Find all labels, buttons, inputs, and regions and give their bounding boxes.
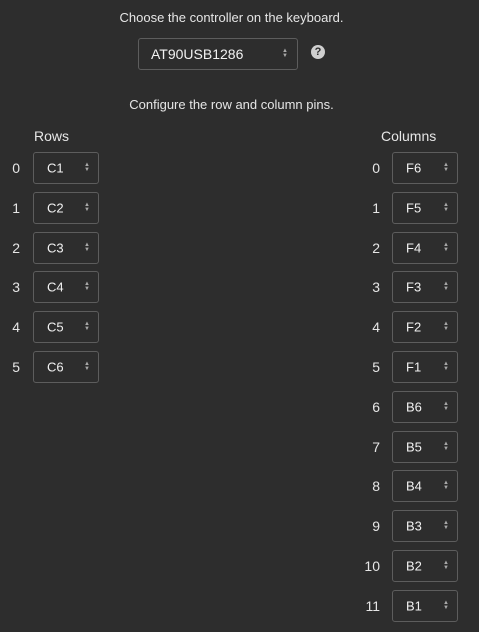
row-row: 2 C3 ▲ ▼ (0, 232, 110, 264)
column-pin-value: F4 (406, 240, 422, 256)
question-circle-icon[interactable]: ? (311, 45, 325, 59)
row-index: 2 (12, 240, 20, 256)
column-index: 3 (372, 279, 380, 295)
column-row: 2 F4 ▲ ▼ (350, 232, 470, 264)
row-pin-value: C6 (47, 359, 64, 375)
column-row: 3 F3 ▲ ▼ (350, 271, 470, 303)
column-row: 0 F6 ▲ ▼ (350, 152, 470, 184)
controller-select-value: AT90USB1286 (151, 46, 244, 62)
row-pin-select[interactable]: C1 ▲ ▼ (33, 152, 99, 184)
columns-header: Columns (381, 128, 437, 144)
row-pin-value: C4 (47, 279, 64, 295)
up-down-arrows-icon: ▲ ▼ (443, 281, 449, 292)
row-index: 1 (12, 200, 20, 216)
column-pin-select[interactable]: B1 ▲ ▼ (392, 590, 458, 622)
up-down-arrows-icon: ▲ ▼ (443, 480, 449, 491)
row-pin-value: C3 (47, 240, 64, 256)
column-pin-select[interactable]: B2 ▲ ▼ (392, 550, 458, 582)
column-index: 7 (372, 439, 380, 455)
column-pin-value: B3 (406, 518, 422, 534)
up-down-arrows-icon: ▲ ▼ (84, 361, 90, 372)
up-down-arrows-icon: ▲ ▼ (443, 560, 449, 571)
row-row: 4 C5 ▲ ▼ (0, 311, 110, 343)
column-row: 4 F2 ▲ ▼ (350, 311, 470, 343)
up-down-arrows-icon: ▲ ▼ (443, 321, 449, 332)
column-pin-select[interactable]: F2 ▲ ▼ (392, 311, 458, 343)
row-index: 3 (12, 279, 20, 295)
column-pin-select[interactable]: B5 ▲ ▼ (392, 431, 458, 463)
row-index: 0 (12, 160, 20, 176)
column-row: 10 B2 ▲ ▼ (350, 550, 470, 582)
up-down-arrows-icon: ▲ ▼ (84, 321, 90, 332)
column-index: 2 (372, 240, 380, 256)
row-pin-select[interactable]: C6 ▲ ▼ (33, 351, 99, 383)
column-row: 5 F1 ▲ ▼ (350, 351, 470, 383)
up-down-arrows-icon: ▲ ▼ (443, 361, 449, 372)
column-pin-value: F5 (406, 200, 422, 216)
up-down-arrows-icon: ▲ ▼ (84, 242, 90, 253)
up-down-arrows-icon: ▲ ▼ (443, 520, 449, 531)
row-row: 1 C2 ▲ ▼ (0, 192, 110, 224)
pins-instruction: Configure the row and column pins. (129, 97, 334, 112)
column-pin-value: F1 (406, 359, 422, 375)
row-pin-value: C1 (47, 160, 64, 176)
row-row: 0 C1 ▲ ▼ (0, 152, 110, 184)
up-down-arrows-icon: ▲ ▼ (84, 162, 90, 173)
row-index: 5 (12, 359, 20, 375)
column-row: 11 B1 ▲ ▼ (350, 590, 470, 622)
up-down-arrows-icon: ▲ ▼ (443, 600, 449, 611)
column-row: 9 B3 ▲ ▼ (350, 510, 470, 542)
column-index: 5 (372, 359, 380, 375)
column-index: 11 (365, 598, 380, 614)
column-pin-value: F3 (406, 279, 422, 295)
column-row: 6 B6 ▲ ▼ (350, 391, 470, 423)
column-pin-value: F6 (406, 160, 422, 176)
column-row: 1 F5 ▲ ▼ (350, 192, 470, 224)
up-down-arrows-icon: ▲ ▼ (84, 202, 90, 213)
column-pin-select[interactable]: F4 ▲ ▼ (392, 232, 458, 264)
up-down-arrows-icon: ▲ ▼ (282, 48, 288, 59)
row-pin-select[interactable]: C5 ▲ ▼ (33, 311, 99, 343)
controller-instruction: Choose the controller on the keyboard. (119, 10, 344, 25)
column-row: 7 B5 ▲ ▼ (350, 431, 470, 463)
column-pin-select[interactable]: F3 ▲ ▼ (392, 271, 458, 303)
up-down-arrows-icon: ▲ ▼ (443, 242, 449, 253)
row-row: 5 C6 ▲ ▼ (0, 351, 110, 383)
row-pin-select[interactable]: C2 ▲ ▼ (33, 192, 99, 224)
row-pin-value: C2 (47, 200, 64, 216)
up-down-arrows-icon: ▲ ▼ (443, 202, 449, 213)
column-pin-select[interactable]: F6 ▲ ▼ (392, 152, 458, 184)
column-pin-value: B5 (406, 439, 422, 455)
up-down-arrows-icon: ▲ ▼ (443, 441, 449, 452)
up-down-arrows-icon: ▲ ▼ (84, 281, 90, 292)
column-pin-value: F2 (406, 319, 422, 335)
column-pin-select[interactable]: B3 ▲ ▼ (392, 510, 458, 542)
row-pin-value: C5 (47, 319, 64, 335)
column-index: 0 (372, 160, 380, 176)
controller-select[interactable]: AT90USB1286 ▲ ▼ (138, 38, 298, 70)
up-down-arrows-icon: ▲ ▼ (443, 401, 449, 412)
column-pin-select[interactable]: F1 ▲ ▼ (392, 351, 458, 383)
row-row: 3 C4 ▲ ▼ (0, 271, 110, 303)
column-pin-select[interactable]: B4 ▲ ▼ (392, 470, 458, 502)
column-pin-value: B6 (406, 399, 422, 415)
column-pin-value: B2 (406, 558, 422, 574)
column-index: 1 (372, 200, 380, 216)
column-index: 4 (372, 319, 380, 335)
column-index: 10 (364, 558, 380, 574)
column-pin-value: B1 (406, 598, 422, 614)
column-pin-select[interactable]: B6 ▲ ▼ (392, 391, 458, 423)
column-index: 8 (372, 478, 380, 494)
row-pin-select[interactable]: C4 ▲ ▼ (33, 271, 99, 303)
column-pin-value: B4 (406, 478, 422, 494)
column-index: 6 (372, 399, 380, 415)
row-index: 4 (12, 319, 20, 335)
column-index: 9 (372, 518, 380, 534)
up-down-arrows-icon: ▲ ▼ (443, 162, 449, 173)
row-pin-select[interactable]: C3 ▲ ▼ (33, 232, 99, 264)
rows-header: Rows (34, 128, 70, 144)
column-pin-select[interactable]: F5 ▲ ▼ (392, 192, 458, 224)
column-row: 8 B4 ▲ ▼ (350, 470, 470, 502)
